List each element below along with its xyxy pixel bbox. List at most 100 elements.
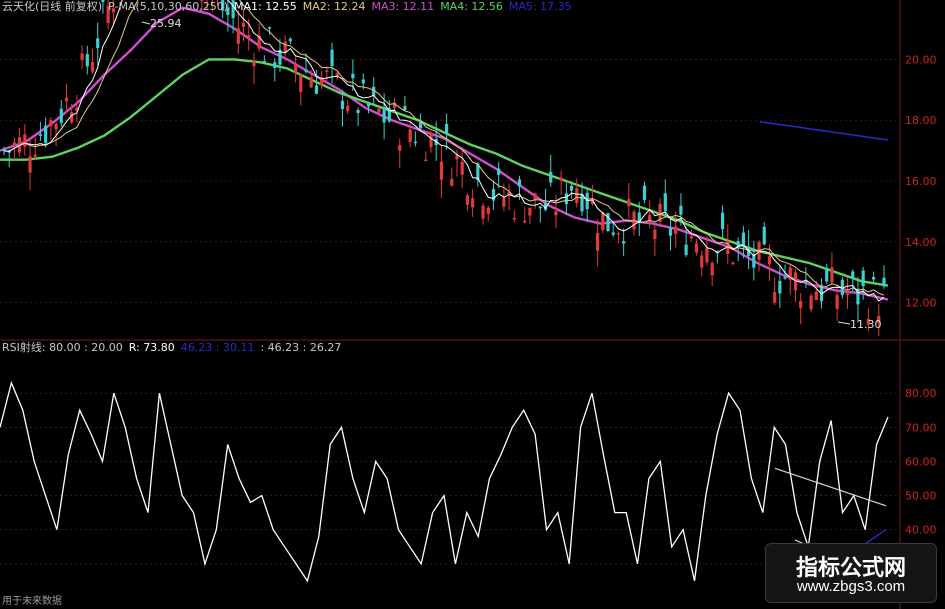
candle-body xyxy=(653,229,657,240)
rsi-tick-label: 60.00 xyxy=(905,455,937,468)
candle-body xyxy=(28,156,32,173)
candle-body xyxy=(622,241,626,244)
candle-body xyxy=(439,161,443,180)
candle-body xyxy=(538,206,542,209)
chart-canvas: 20.00 18.00 16.00 14.00 12.00 80.00 70.00 60.00… xyxy=(0,0,945,609)
candle-body xyxy=(674,226,678,234)
candle-body xyxy=(309,77,313,88)
candle-body xyxy=(85,54,89,67)
candle-body xyxy=(429,132,433,148)
candle-body xyxy=(835,294,839,309)
price-tick-label: 18.00 xyxy=(905,114,937,127)
rsi-tick-label: 80.00 xyxy=(905,387,937,400)
price-header-item: 云天化(日线 前复权) xyxy=(2,0,103,13)
rsi-line xyxy=(0,380,889,583)
candle-body xyxy=(340,100,345,110)
site-watermark: 指标公式网 www.zbgs3.com xyxy=(765,543,937,603)
candle-body xyxy=(304,69,308,72)
price-header-item: MA5: 17.35 xyxy=(508,0,572,13)
rsi-header-item: RSI射线: 80.00 : 20.00 xyxy=(2,341,123,354)
candle-body xyxy=(689,236,693,239)
candle-body xyxy=(54,123,58,130)
rsi-panel-header: RSI射线: 80.00 : 20.00 R: 73.80 46.23 : 30.1… xyxy=(2,341,347,355)
candle-body xyxy=(90,62,95,72)
candle-body xyxy=(44,125,48,144)
candle-body xyxy=(273,62,277,68)
candle-body xyxy=(684,244,688,256)
rsi-channel-upper xyxy=(774,467,887,507)
candle-body xyxy=(424,159,428,162)
candle-body xyxy=(809,295,813,310)
candle-body xyxy=(80,53,84,60)
low-price-pointer xyxy=(837,321,851,325)
candle-body xyxy=(346,105,350,112)
candle-body xyxy=(642,185,647,201)
candle-body xyxy=(33,154,37,157)
candle-body xyxy=(241,23,246,27)
candle-body xyxy=(356,109,360,114)
price-tick-label: 16.00 xyxy=(905,175,937,188)
rsi-tick-label: 70.00 xyxy=(905,421,937,434)
candle-body xyxy=(267,27,272,29)
price-header-item: MA1: 12.55 xyxy=(234,0,297,13)
candle-body xyxy=(471,198,475,208)
candle-body xyxy=(799,300,803,308)
candle-body xyxy=(247,34,251,38)
candle-body xyxy=(445,123,449,134)
candle-body xyxy=(418,122,423,129)
price-tick-label: 12.00 xyxy=(905,297,937,310)
candle-body xyxy=(330,49,334,67)
candle-body xyxy=(481,205,485,219)
rsi-header-item: : 46.23 : 26.27 xyxy=(260,341,342,354)
candle-body xyxy=(549,171,553,183)
price-header-item: P-MA(5,10,30,60,250) xyxy=(108,0,229,13)
candle-body xyxy=(523,220,527,223)
candle-body xyxy=(705,248,709,263)
candle-body xyxy=(731,262,735,265)
candle-body xyxy=(398,145,402,151)
candle-body xyxy=(882,277,886,287)
candle-body xyxy=(773,292,777,303)
candle-body xyxy=(700,255,704,268)
candle-body xyxy=(871,276,876,280)
candle-body xyxy=(569,185,574,191)
candle-body xyxy=(486,207,490,214)
candle-body xyxy=(502,197,506,207)
stock-chart: 20.00 18.00 16.00 14.00 12.00 80.00 70.00 60.00… xyxy=(0,0,945,609)
candle-body xyxy=(512,218,516,220)
candle-body xyxy=(616,233,621,235)
candle-body xyxy=(64,97,69,102)
ma-line-ma4 xyxy=(0,58,889,287)
footer-note: 用于未来数据 xyxy=(2,596,62,607)
candle-body xyxy=(23,134,27,147)
candle-body xyxy=(96,38,100,49)
candle-body xyxy=(710,262,714,276)
price-tick-label: 14.00 xyxy=(905,236,937,249)
candle-body xyxy=(528,207,532,216)
candle-body xyxy=(465,195,470,205)
candle-body xyxy=(361,79,365,84)
candle-body xyxy=(845,291,850,295)
rsi-tick-label: 50.00 xyxy=(905,490,937,503)
candle-body xyxy=(299,74,303,92)
candle-body xyxy=(413,141,417,144)
rsi-header-item: 46.23 : 30.11 xyxy=(180,341,255,354)
rsi-header-item: R: 73.80 xyxy=(128,341,175,354)
candle-body xyxy=(778,280,782,294)
candle-body xyxy=(851,271,855,279)
candle-body xyxy=(627,199,631,207)
price-tick-label: 20.00 xyxy=(905,53,937,66)
watermark-url: www.zbgs3.com xyxy=(796,578,906,595)
candle-body xyxy=(377,108,381,113)
ma-line-ma5 xyxy=(759,120,889,141)
candle-body xyxy=(450,178,454,186)
candle-body xyxy=(533,193,537,200)
candle-body xyxy=(611,232,615,235)
high-price-pointer xyxy=(141,21,151,25)
price-header-item: MA3: 12.11 xyxy=(371,0,435,13)
candle-body xyxy=(293,64,298,74)
high-price-label: 25.94 xyxy=(150,17,182,30)
candle-body xyxy=(564,193,568,205)
candle-body xyxy=(49,119,53,127)
candle-body xyxy=(601,212,605,231)
